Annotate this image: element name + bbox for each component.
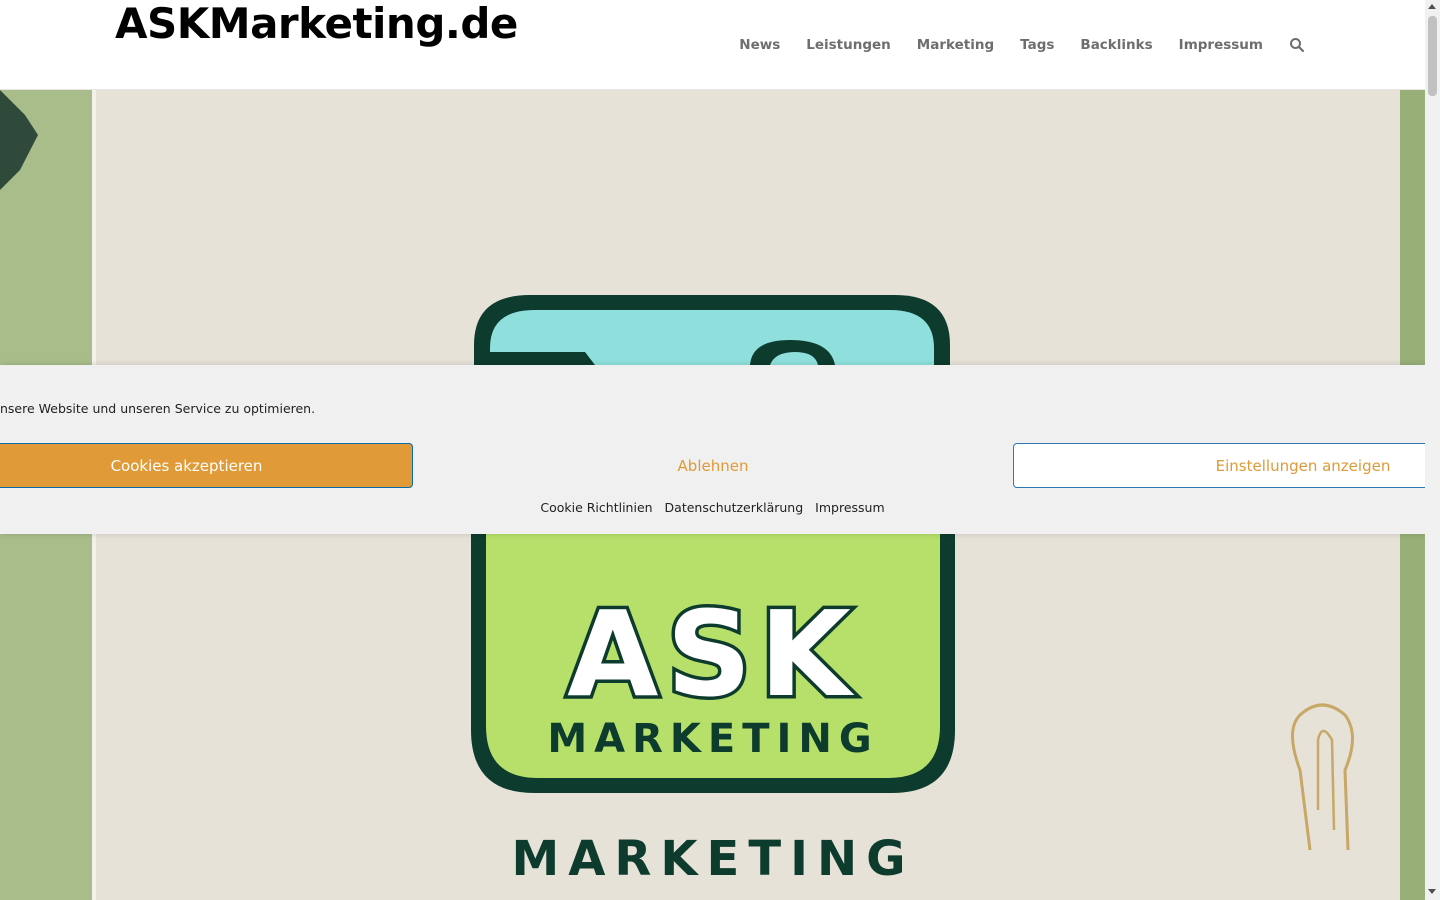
imprint-link[interactable]: Impressum bbox=[815, 500, 884, 515]
privacy-policy-link[interactable]: Datenschutzerklärung bbox=[665, 500, 804, 515]
site-header: ASKMarketing.de News Leistungen Marketin… bbox=[0, 0, 1425, 90]
nav-item-backlinks[interactable]: Backlinks bbox=[1080, 36, 1152, 54]
nav-item-leistungen[interactable]: Leistungen bbox=[806, 36, 891, 54]
search-icon[interactable] bbox=[1289, 37, 1305, 53]
site-logo[interactable]: ASKMarketing.de bbox=[115, 0, 518, 48]
nav-item-marketing[interactable]: Marketing bbox=[917, 36, 994, 54]
hero-caption: MARKETING bbox=[511, 831, 914, 887]
nav-item-tags[interactable]: Tags bbox=[1020, 36, 1054, 54]
deny-cookies-button[interactable]: Ablehnen bbox=[453, 443, 973, 488]
scroll-down-arrow-icon[interactable] bbox=[1428, 889, 1436, 894]
vertical-scrollbar[interactable] bbox=[1425, 0, 1440, 900]
cookie-links: Cookie Richtlinien Datenschutzerklärung … bbox=[0, 500, 1425, 515]
scroll-thumb[interactable] bbox=[1428, 16, 1437, 96]
cookie-policy-link[interactable]: Cookie Richtlinien bbox=[540, 500, 652, 515]
nav-item-news[interactable]: News bbox=[739, 36, 780, 54]
cookie-banner: nsere Website und unseren Service zu opt… bbox=[0, 365, 1440, 534]
cookie-message: nsere Website und unseren Service zu opt… bbox=[0, 401, 316, 416]
main-nav: News Leistungen Marketing Tags Backlinks… bbox=[713, 36, 1305, 54]
hero-logo-marketing: MARKETING bbox=[547, 716, 878, 762]
hero-logo-ask: ASK bbox=[567, 585, 859, 723]
scroll-up-arrow-icon[interactable] bbox=[1428, 4, 1436, 9]
page: ASKMarketing.de News Leistungen Marketin… bbox=[0, 0, 1440, 900]
cookie-settings-button[interactable]: Einstellungen anzeigen bbox=[1013, 443, 1440, 488]
nav-item-impressum[interactable]: Impressum bbox=[1179, 36, 1263, 54]
accept-cookies-button[interactable]: Cookies akzeptieren bbox=[0, 443, 413, 488]
